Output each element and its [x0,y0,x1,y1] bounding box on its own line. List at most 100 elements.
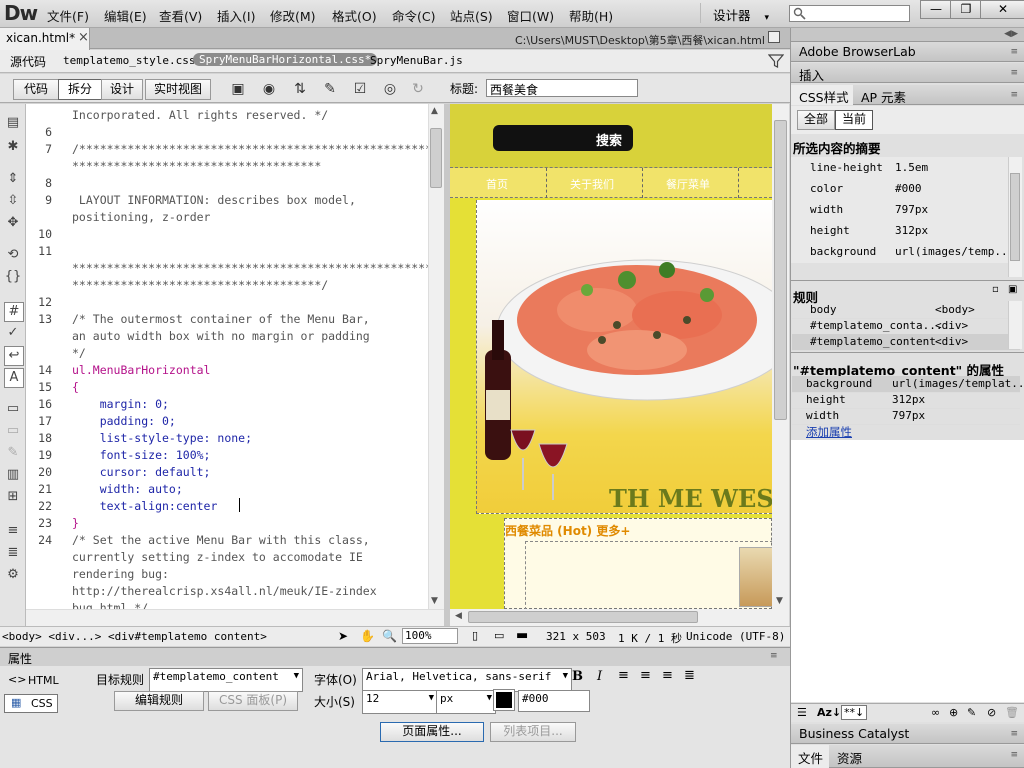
workspace-switcher[interactable]: 设计器 ▾ [700,3,778,23]
edit-rule-icon[interactable]: ✎ [967,706,976,719]
design-scroll-thumb[interactable] [774,120,787,420]
size-select[interactable]: 12 ▼ [362,690,438,714]
show-info-icon[interactable]: ▣ [1008,284,1017,295]
sort-az-icon[interactable]: Az↓ [817,706,841,719]
code-line[interactable]: ************************************/ [72,278,328,292]
insert-panel-header[interactable]: 插入 ≡ [791,63,1024,83]
syntax-icon[interactable]: {} [4,268,22,286]
code-line[interactable]: margin: 0; [72,397,169,411]
menu-item[interactable]: 修改(M) [270,6,316,25]
panel-menu-icon[interactable]: ≡ [770,651,778,661]
help-search-input[interactable] [789,5,910,22]
current-mode-button[interactable]: 当前 [835,110,873,130]
code-line[interactable]: ul.MenuBarHorizontal [72,363,210,377]
close-button[interactable]: ✕ [980,0,1024,19]
rules-scrollbar[interactable] [1008,301,1022,349]
target-rule-select[interactable]: #templatemo_content ▼ [149,668,303,692]
split-view-button[interactable]: 拆分 [58,79,102,100]
select-tool-icon[interactable]: ➤ [338,629,348,643]
outdent-code-icon[interactable]: ≣ [4,544,22,562]
code-line[interactable]: LAYOUT INFORMATION: describes box model, [72,193,356,207]
code-line[interactable]: currently setting z-index to accomodate … [72,550,363,564]
open-documents-icon[interactable]: ▤ [4,114,22,132]
set-properties-icon[interactable]: **↓ [841,705,868,720]
related-file-menubar-js[interactable]: SpryMenuBar.js [370,54,463,67]
panel-row[interactable]: height 312px [792,220,1020,241]
tab-assets[interactable]: 资源 [833,748,862,767]
refresh-icon[interactable]: ↻ [406,80,430,98]
code-line[interactable]: http://therealcrisp.xs4all.nl/meuk/IE-zi… [72,584,377,598]
balance-braces-icon[interactable]: ⟲ [4,246,22,264]
format-source-icon[interactable]: ⚙ [4,566,22,584]
new-rule-icon[interactable]: ⊕ [949,706,958,719]
menu-item[interactable]: 格式(O) [332,6,377,25]
code-line[interactable]: /* Set the active Menu Bar with this cla… [72,533,370,547]
scroll-down-arrow[interactable]: ▼ [431,596,438,606]
color-input[interactable]: #000 [518,690,590,712]
tag-selector[interactable]: <body> <div...> <div#templatemo content> [2,630,267,643]
nav-item-menu[interactable]: 餐厅菜单 [666,176,710,192]
remove-comment-icon[interactable]: ▭ [4,422,22,440]
menu-item[interactable]: 命令(C) [392,6,435,25]
css-panel-button[interactable]: CSS 面板(P) [208,691,298,711]
menu-item[interactable]: 窗口(W) [507,6,554,25]
live-view-button[interactable]: 实时视图 [145,79,211,100]
code-line[interactable]: cursor: default; [72,465,211,479]
code-scroll-thumb[interactable] [430,128,442,188]
cascade-icon[interactable]: ▫ [992,284,999,295]
line-numbers-icon[interactable]: # [4,302,24,322]
scroll-up-arrow[interactable]: ▲ [431,106,438,116]
italic-icon[interactable]: I [597,669,602,684]
related-file-menubar-css[interactable]: SpryMenuBarHorizontal.css* [193,53,378,66]
menu-item[interactable]: 站点(S) [450,6,493,25]
nav-item-about[interactable]: 关于我们 [570,176,614,192]
visual-aids-icon[interactable]: ◎ [378,80,402,98]
code-line[interactable]: ************************************ [72,159,321,173]
tab-files[interactable]: 文件 [791,745,829,768]
select-parent-icon[interactable]: ✥ [4,214,22,232]
bold-icon[interactable]: B [572,669,583,684]
preview-browser-icon[interactable]: ◉ [257,80,281,98]
code-line[interactable]: list-style-type: none; [72,431,252,445]
align-center-icon[interactable]: ≡ [640,668,651,683]
css-mode-button[interactable]: ▦ CSS [4,694,58,713]
menu-item[interactable]: 插入(I) [217,6,255,25]
attach-stylesheet-icon[interactable]: ∞ [931,706,940,719]
hand-tool-icon[interactable]: ✋ [360,629,375,643]
word-wrap-icon[interactable]: ↩ [4,346,24,366]
zoom-select[interactable]: 100% [402,628,458,644]
apply-comment-icon[interactable]: ▭ [4,400,22,418]
menu-item[interactable]: 编辑(E) [104,6,147,25]
code-line[interactable]: ****************************************… [72,261,439,275]
menu-item[interactable]: 帮助(H) [569,6,613,25]
syntax-coloring-icon[interactable]: A [4,368,24,388]
tab-css-styles[interactable]: CSS样式 [791,85,853,105]
page-title-input[interactable]: 西餐美食 [486,79,638,97]
browserlab-panel-header[interactable]: Adobe BrowserLab ≡ [791,42,1024,62]
code-line[interactable]: positioning, z-order [72,210,210,224]
related-file-source[interactable]: 源代码 [10,53,46,70]
scroll-left-arrow[interactable]: ◀ [455,611,462,621]
code-line[interactable]: /* The outermost container of the Menu B… [72,312,370,326]
tab-ap-elements[interactable]: AP 元素 [855,87,906,106]
all-mode-button[interactable]: 全部 [797,110,835,130]
expand-all-icon[interactable]: ⇳ [4,192,22,210]
list-items-button[interactable]: 列表项目... [490,722,576,742]
phone-size-icon[interactable]: ▯ [472,629,478,642]
restore-button[interactable]: ❐ [950,0,982,19]
multiscreen-icon[interactable]: ▣ [226,80,250,98]
wrap-tag-icon[interactable]: ✎ [4,444,22,462]
code-line[interactable]: */ [72,346,86,360]
summary-scroll-thumb[interactable] [1010,173,1020,261]
panel-row[interactable]: line-height 1.5em [792,157,1020,178]
panel-row[interactable]: #templatemo_content <div> [792,334,1020,351]
collapse-selection-icon[interactable]: ⇕ [4,170,22,188]
disable-property-icon[interactable]: ⊘ [987,706,996,719]
panel-collapse-bar[interactable]: ◀▶ [791,28,1024,42]
highlight-invalid-icon[interactable]: ✓ [4,324,22,342]
desktop-size-icon[interactable]: ▬ [516,628,528,643]
code-line[interactable]: padding: 0; [72,414,176,428]
code-line[interactable]: Incorporated. All rights reserved. */ [72,108,328,122]
indent-code-icon[interactable]: ≡ [4,522,22,540]
panel-row[interactable]: background url(images/temp... [792,241,1020,262]
